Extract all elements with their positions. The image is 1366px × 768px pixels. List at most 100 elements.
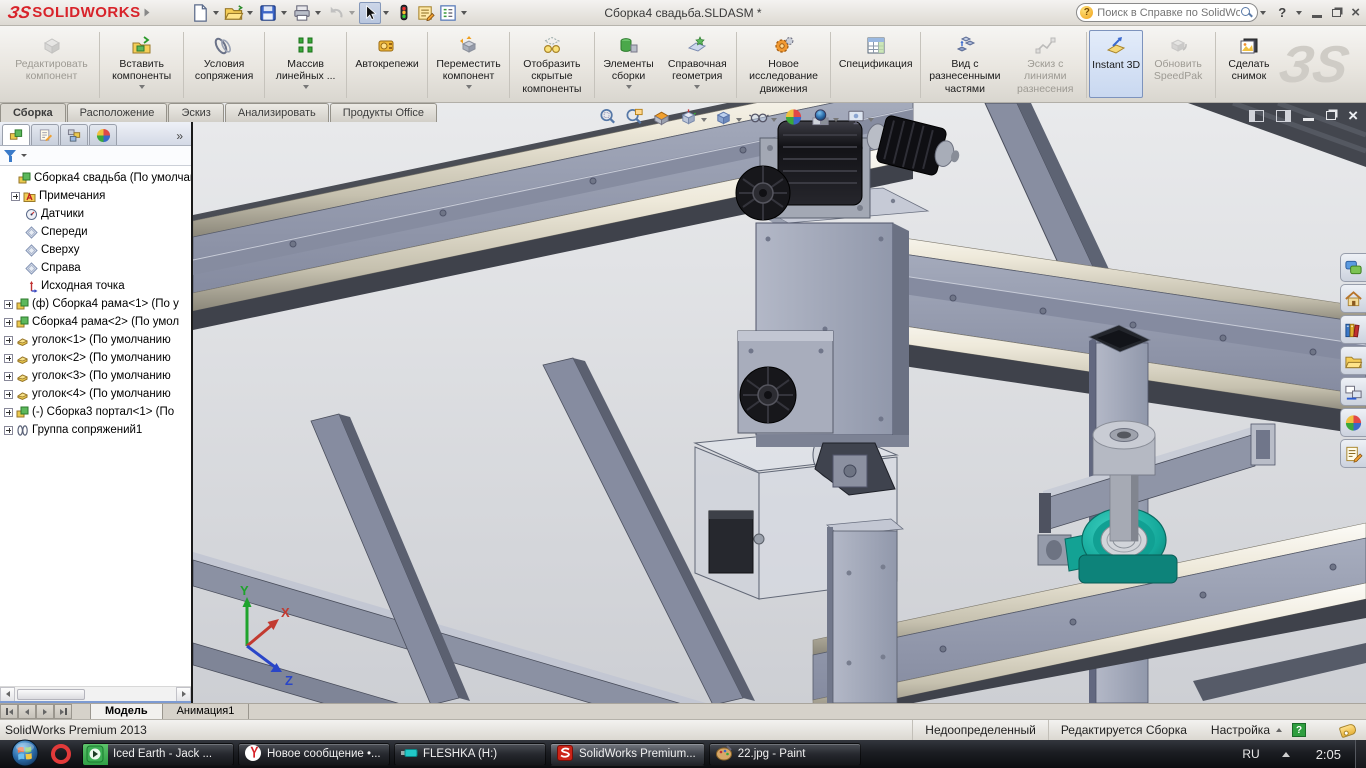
graphics-area[interactable]: Y X Z × (193, 103, 1366, 703)
ribbon-linear-pattern-button[interactable]: Массив линейных ... (267, 30, 344, 98)
tree-item-top-plane[interactable]: Сверху (2, 241, 191, 259)
ribbon-bom-button[interactable]: Спецификация (833, 30, 918, 98)
tree-horizontal-scrollbar[interactable] (0, 686, 191, 702)
options-dropdown-icon[interactable] (460, 10, 467, 15)
taskbar-button-yandex[interactable]: Новое сообщение •... (238, 742, 390, 766)
ribbon-move-component-button[interactable]: Переместить компонент (430, 30, 507, 98)
zoom-to-area-button[interactable] (625, 107, 645, 126)
tree-item-angle2[interactable]: уголок<2> (По умолчанию (2, 349, 191, 367)
tree-item-sensors[interactable]: Датчики (2, 205, 191, 223)
tree-item-angle1[interactable]: уголок<1> (По умолчанию (2, 331, 191, 349)
collapse-left-pane-icon[interactable] (1249, 109, 1265, 122)
ribbon-show-hidden-button[interactable]: Отобразить скрытые компоненты (512, 30, 591, 98)
ribbon-edit-component-button[interactable]: Редактировать компонент (6, 30, 97, 98)
expand-icon[interactable] (4, 335, 13, 345)
language-indicator[interactable]: RU (1242, 747, 1259, 761)
restore-button[interactable] (1332, 8, 1342, 17)
ribbon-update-speedpak-button[interactable]: Обновить SpeedPak (1143, 30, 1213, 98)
dropdown-icon[interactable] (833, 117, 839, 122)
tree-item-frame2[interactable]: Сборка4 рама<2> (По умол (2, 313, 191, 331)
ribbon-mate-button[interactable]: Условия сопряжения (186, 30, 262, 98)
taskbar-button-solidworks[interactable]: SolidWorks Premium... (550, 742, 705, 766)
quick-tips-button[interactable]: ? (1292, 723, 1306, 737)
doc-restore-button[interactable] (1326, 111, 1337, 120)
edit-appearance-button[interactable] (784, 107, 804, 126)
search-dropdown-icon[interactable] (1260, 10, 1267, 15)
hide-show-items-button[interactable] (749, 107, 777, 126)
expand-icon[interactable] (4, 407, 13, 417)
tab-layout[interactable]: Расположение (66, 103, 168, 122)
ribbon-insert-components-button[interactable]: Вставить компоненты (102, 30, 181, 98)
view-palette-tab[interactable] (1340, 377, 1366, 406)
ribbon-exploded-view-button[interactable]: Вид с разнесенными частями (923, 30, 1006, 98)
select-tool-button[interactable] (358, 1, 381, 24)
opera-icon[interactable] (48, 743, 74, 765)
scroll-left-button[interactable] (0, 686, 15, 702)
expand-icon[interactable] (4, 425, 13, 435)
appearances-tab[interactable] (1340, 408, 1366, 437)
apply-scene-button[interactable] (811, 107, 839, 126)
undo-button[interactable] (325, 2, 347, 24)
view-orientation-button[interactable] (679, 107, 707, 126)
expand-icon[interactable] (11, 191, 20, 201)
design-library-tab[interactable] (1340, 315, 1366, 344)
dropdown-icon[interactable] (701, 117, 707, 122)
open-dropdown-icon[interactable] (246, 10, 253, 15)
show-hidden-icons-button[interactable] (1281, 751, 1290, 757)
drive-pulley-lower[interactable] (739, 366, 797, 424)
help-search-box[interactable]: ? (1076, 3, 1259, 22)
zoom-to-fit-button[interactable] (598, 107, 618, 126)
clock[interactable]: 2:05 (1316, 747, 1341, 762)
expand-icon[interactable] (4, 389, 13, 399)
save-dropdown-icon[interactable] (280, 10, 287, 15)
expand-icon[interactable] (4, 317, 13, 327)
taskbar-button-aimp[interactable]: Iced Earth - Jack ... (82, 742, 234, 766)
save-button[interactable] (257, 2, 279, 24)
tree-item-frame1[interactable]: (ф) Сборка4 рама<1> (По у (2, 295, 191, 313)
show-desktop-button[interactable] (1355, 740, 1366, 768)
resources-tab[interactable] (1340, 253, 1366, 282)
doc-minimize-button[interactable] (1303, 118, 1315, 121)
tab-office-products[interactable]: Продукты Office (329, 103, 438, 122)
dropdown-icon[interactable] (868, 117, 874, 122)
panel-chevron[interactable]: » (176, 129, 189, 145)
search-input[interactable] (1097, 6, 1241, 19)
dropdown-icon[interactable] (625, 84, 632, 89)
tab-prev-button[interactable] (18, 704, 36, 719)
ribbon-instant3d-button[interactable]: Instant 3D (1088, 30, 1144, 98)
taskbar-button-usb-drive[interactable]: FLESHKA (H:) (394, 742, 546, 766)
expand-icon[interactable] (4, 371, 13, 381)
file-properties-button[interactable] (415, 2, 437, 24)
undo-dropdown-icon[interactable] (348, 10, 355, 15)
search-icon[interactable] (1240, 6, 1253, 19)
tree-item-assembly-root[interactable]: Сборка4 свадьба (По умолчан (2, 169, 191, 187)
scrollbar-thumb[interactable] (17, 689, 85, 700)
assembly-3d-view[interactable]: Y X Z (193, 103, 1366, 703)
open-button[interactable] (223, 2, 245, 24)
lower-carriage-plate[interactable] (826, 518, 904, 703)
doc-close-button[interactable]: × (1348, 107, 1358, 124)
help-button[interactable]: ? (1278, 5, 1286, 20)
dropdown-icon[interactable] (736, 117, 742, 122)
select-dropdown-icon[interactable] (382, 10, 389, 15)
drive-pulley-top[interactable] (735, 165, 791, 221)
panel-splitter[interactable] (0, 701, 191, 703)
tree-item-portal[interactable]: (-) Сборка3 портал<1> (По (2, 403, 191, 421)
dropdown-icon[interactable] (138, 84, 145, 89)
model-tab[interactable]: Модель (90, 704, 163, 719)
dropdown-icon[interactable] (465, 84, 472, 89)
tree-item-origin[interactable]: Исходная точка (2, 277, 191, 295)
tab-last-button[interactable] (54, 704, 72, 719)
tab-first-button[interactable] (0, 704, 18, 719)
home-tab[interactable] (1340, 284, 1366, 313)
ribbon-explode-sketch-button[interactable]: Эскиз с линиями разнесения (1007, 30, 1084, 98)
tab-evaluate[interactable]: Анализировать (224, 103, 329, 122)
expand-icon[interactable] (4, 353, 13, 363)
section-view-button[interactable] (652, 107, 672, 126)
ribbon-smart-fasteners-button[interactable]: Автокрепежи (349, 30, 425, 98)
print-button[interactable] (291, 2, 313, 24)
menu-expand-icon[interactable] (144, 8, 150, 17)
dropdown-icon[interactable] (771, 117, 777, 122)
options-button[interactable] (437, 2, 459, 24)
display-style-button[interactable] (714, 107, 742, 126)
